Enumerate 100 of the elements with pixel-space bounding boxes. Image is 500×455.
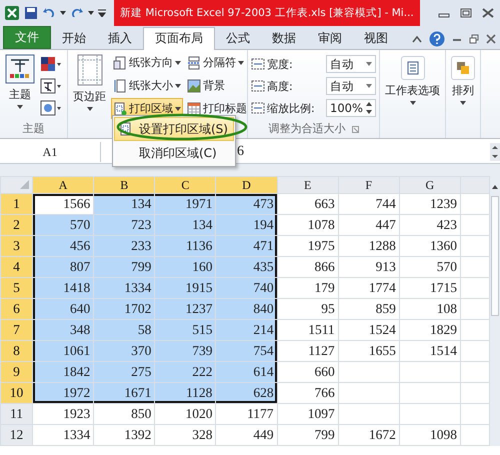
table-cell: 1097 [308, 406, 335, 421]
table-cell: 807 [70, 259, 90, 274]
table-cell: 1334 [63, 427, 90, 442]
table-cell: 1078 [308, 217, 335, 232]
row-header[interactable]: 2 [0, 214, 33, 236]
table-cell: 233 [131, 238, 152, 253]
table-cell: 740 [253, 280, 274, 295]
ribbon-tab[interactable]: 数据 [261, 28, 307, 49]
table-cell: 160 [192, 259, 212, 274]
table-cell: 134 [192, 217, 212, 232]
row-header[interactable]: 8 [0, 340, 33, 362]
table-cell: 628 [253, 385, 274, 400]
row-header[interactable]: 5 [0, 278, 33, 298]
table-cell: 570 [70, 217, 90, 232]
row-header[interactable]: 7 [0, 320, 33, 340]
spinner-field[interactable]: 100% [326, 99, 376, 117]
row-header[interactable]: 10 [0, 382, 33, 404]
table-cell: 1334 [124, 280, 152, 295]
table-cell: 1702 [124, 301, 152, 316]
ribbon-button[interactable]: 纸张方向 [111, 52, 183, 73]
table-cell: 1239 [430, 196, 457, 211]
ribbon-tab[interactable]: 视图 [353, 28, 399, 49]
name-box[interactable]: A1 [0, 142, 101, 162]
table-cell: 1655 [368, 343, 396, 358]
table-cell: 1127 [308, 343, 335, 358]
table-cell: 1418 [63, 280, 90, 295]
table-cell: 95 [321, 301, 335, 316]
table-cell: 108 [436, 301, 457, 316]
table-cell: 1514 [430, 343, 457, 358]
table-cell: 1671 [124, 385, 152, 400]
table-cell: 840 [253, 301, 274, 316]
field-label: 缩放比例: [267, 100, 315, 116]
table-cell: 456 [70, 238, 90, 253]
column-header[interactable]: C [154, 176, 216, 194]
table-cell: 1971 [185, 196, 212, 211]
row-header[interactable]: 3 [0, 236, 33, 256]
table-cell: 660 [314, 364, 335, 379]
table-cell: 1829 [430, 322, 457, 337]
themes-button[interactable]: 主题 [3, 52, 37, 120]
table-cell: 1511 [308, 322, 335, 337]
table-cell: 1774 [368, 280, 396, 295]
table-cell: 1061 [63, 343, 90, 358]
ribbon-button[interactable]: 打印标题 [185, 98, 249, 119]
table-cell: 348 [70, 322, 90, 337]
column-header[interactable]: A [32, 176, 94, 194]
ribbon-tab[interactable]: 公式 [215, 28, 261, 49]
table-cell: 1975 [308, 238, 335, 253]
window-title: 新建 Microsoft Excel 97-2003 工作表.xls [兼容模式] - Mi... [114, 0, 420, 26]
ribbon-button[interactable]: 排列 [449, 54, 477, 107]
table-cell: 1098 [430, 427, 457, 442]
table-cell: 471 [253, 238, 274, 253]
file-tab[interactable]: 文件 [3, 26, 51, 49]
row-header[interactable]: 9 [0, 362, 33, 382]
ribbon-button[interactable]: 工作表选项 [383, 54, 442, 107]
table-cell: 799 [314, 427, 335, 442]
table-cell: 1177 [247, 406, 274, 421]
ribbon-tab[interactable]: 插入 [97, 28, 143, 49]
table-cell: 423 [436, 217, 457, 232]
menu-item[interactable]: 取消印区域(C) [114, 141, 234, 165]
table-cell: 1715 [430, 280, 457, 295]
row-header[interactable]: 4 [0, 256, 33, 278]
table-cell: 134 [131, 196, 152, 211]
table-cell: 1566 [63, 196, 90, 211]
table-cell: 766 [314, 385, 335, 400]
column-header[interactable]: F [338, 176, 400, 194]
table-cell: 1136 [186, 238, 212, 253]
table-cell: 370 [131, 343, 152, 358]
group-label: 调整为合适大小 [268, 121, 346, 137]
column-header[interactable]: D [216, 176, 278, 194]
ribbon-button[interactable]: 背景 [185, 75, 249, 96]
dropdown-field[interactable]: 自动 [326, 77, 376, 95]
row-header[interactable]: 12 [0, 424, 33, 446]
ribbon-tab[interactable]: 页面布局 [143, 27, 215, 50]
table-cell: 515 [192, 322, 212, 337]
ribbon-tab[interactable]: 开始 [51, 28, 97, 49]
table-cell: 194 [253, 217, 274, 232]
table-cell: 435 [253, 259, 274, 274]
table-cell: 1392 [124, 427, 152, 442]
column-header[interactable]: G [399, 176, 460, 194]
row-header[interactable]: 1 [0, 194, 33, 214]
table-cell: 1128 [186, 385, 212, 400]
table-cell: 449 [253, 427, 274, 442]
dropdown-field[interactable]: 自动 [326, 55, 376, 73]
table-cell: 739 [192, 343, 212, 358]
ribbon-button[interactable]: 纸张大小 [111, 75, 183, 96]
table-cell: 866 [314, 259, 335, 274]
table-cell: 447 [376, 217, 396, 232]
ribbon-button[interactable]: 分隔符 [185, 52, 249, 73]
table-cell: 570 [436, 259, 457, 274]
row-header[interactable]: 11 [0, 404, 33, 424]
ribbon-tab[interactable]: 审阅 [307, 28, 353, 49]
column-header[interactable]: B [94, 176, 155, 194]
table-cell: 328 [192, 427, 212, 442]
table-cell: 1360 [430, 238, 457, 253]
table-cell: 473 [253, 196, 274, 211]
column-header[interactable]: E [277, 176, 338, 194]
margins-button[interactable]: 页边距 [71, 52, 108, 138]
table-cell: 1237 [185, 301, 212, 316]
table-cell: 754 [253, 343, 274, 358]
row-header[interactable]: 6 [0, 298, 33, 320]
